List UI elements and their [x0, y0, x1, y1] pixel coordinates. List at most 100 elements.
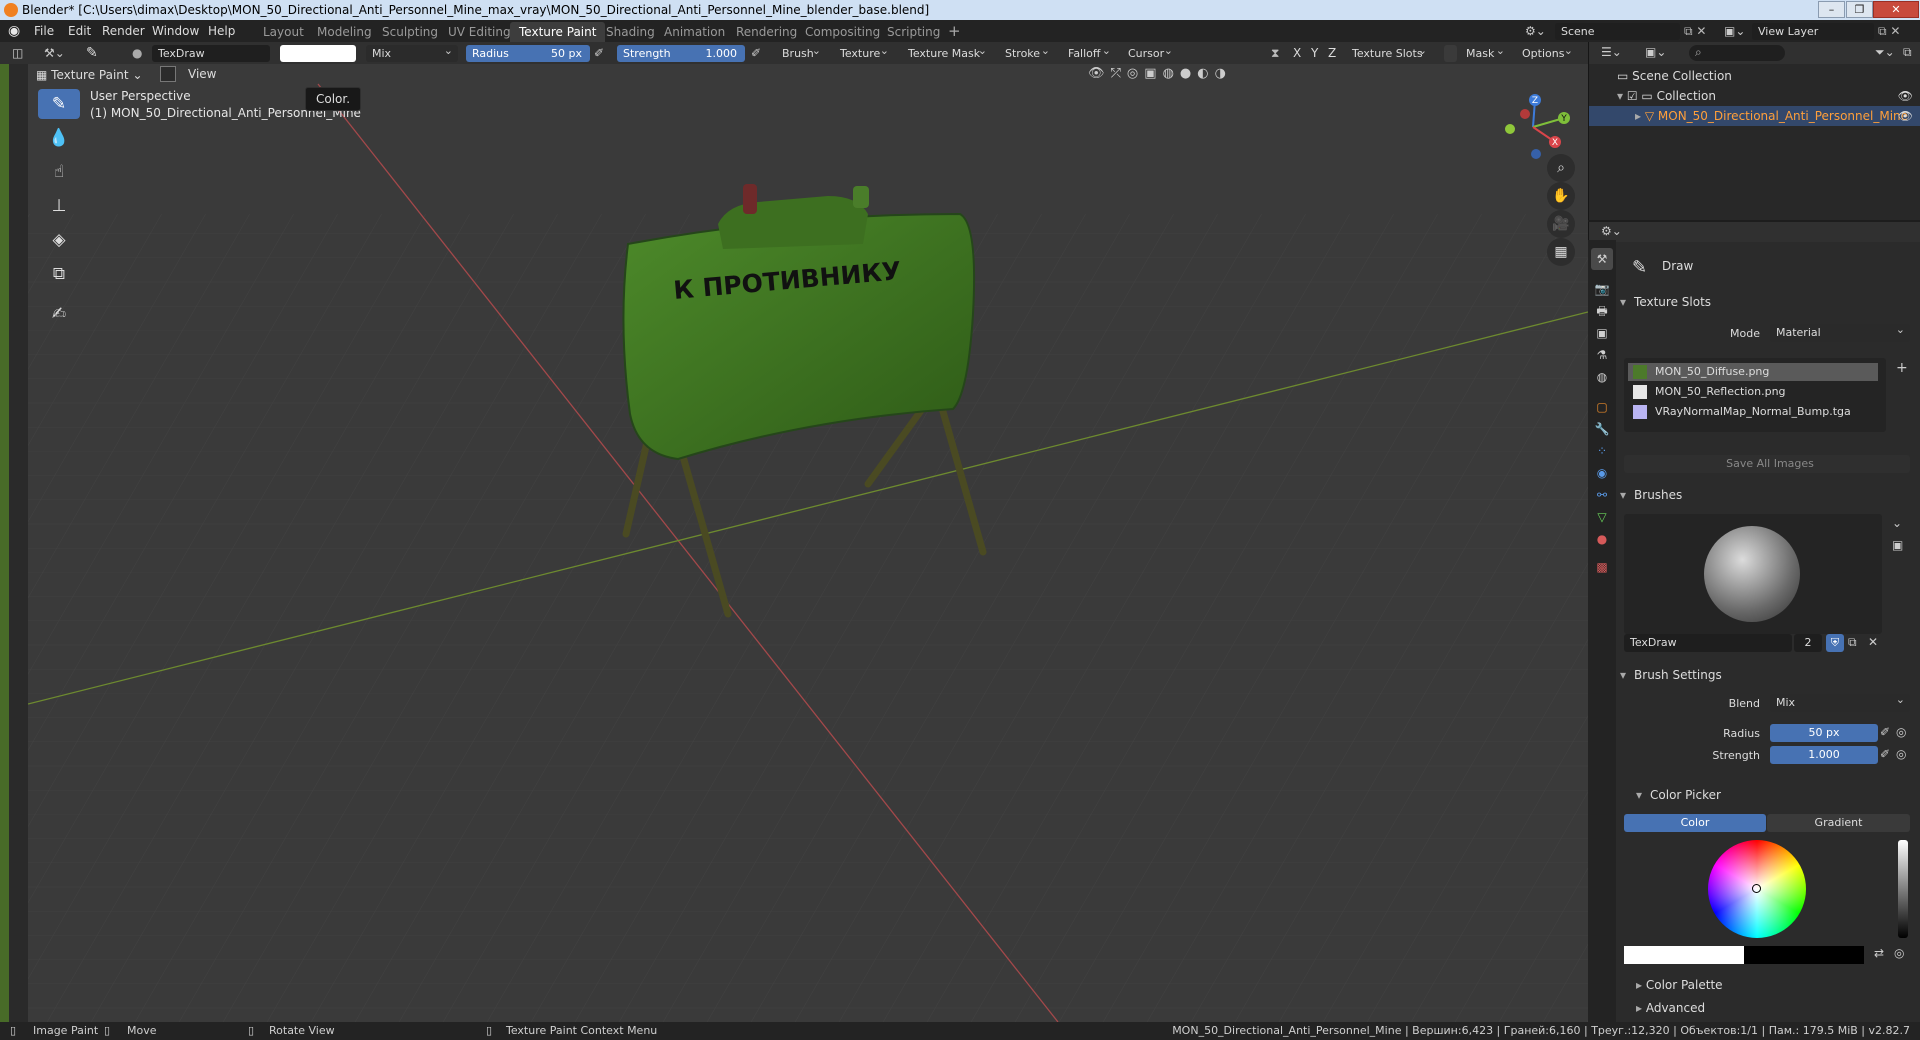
tool-settings-icon[interactable]: ⚒⌄: [44, 42, 65, 64]
scene-tab-icon[interactable]: ⚗: [1591, 344, 1613, 366]
tab-animation[interactable]: Animation: [655, 22, 734, 42]
editor-type-icon[interactable]: ◫: [12, 42, 23, 64]
soften-tool-icon[interactable]: 💧: [38, 123, 80, 153]
menu-file[interactable]: File: [34, 20, 54, 42]
eye-icon[interactable]: 👁: [1898, 106, 1913, 126]
menu-edit[interactable]: Edit: [68, 20, 91, 42]
smear-tool-icon[interactable]: ☝: [38, 157, 80, 187]
mask-dropdown[interactable]: Mask: [1460, 42, 1510, 62]
mask-checkbox[interactable]: [1444, 45, 1457, 62]
mirror-z-toggle[interactable]: Z: [1328, 42, 1336, 64]
menu-brush[interactable]: Brush: [776, 42, 826, 62]
maximize-button[interactable]: ❐: [1846, 1, 1873, 18]
fill-tool-icon[interactable]: ◈: [38, 225, 80, 255]
mirror-x-toggle[interactable]: X: [1293, 42, 1301, 64]
brush-image-icon[interactable]: ▣: [1892, 538, 1903, 552]
radius-pressure-icon[interactable]: ✐: [1880, 725, 1890, 739]
brush-preview-area[interactable]: [1624, 514, 1882, 634]
blender-menu-icon[interactable]: ◉: [8, 20, 20, 42]
menu-cursor[interactable]: Cursor: [1122, 42, 1178, 62]
minimize-button[interactable]: –: [1818, 1, 1845, 18]
brush-users-count[interactable]: 2: [1794, 634, 1822, 652]
value-slider[interactable]: [1898, 840, 1908, 938]
strength-pressure-icon[interactable]: ✐: [1880, 747, 1890, 761]
texture-slot-reflection[interactable]: MON_50_Reflection.png: [1628, 383, 1878, 401]
brush-list-expand-icon[interactable]: ⌄: [1892, 516, 1902, 530]
secondary-color-swatch[interactable]: [1744, 946, 1864, 964]
world-tab-icon[interactable]: ◍: [1591, 366, 1613, 388]
output-tab-icon[interactable]: 🖶: [1591, 300, 1613, 322]
menu-help[interactable]: Help: [208, 20, 235, 42]
view-layer-field[interactable]: View Layer: [1752, 23, 1874, 40]
collapse-arrow-icon[interactable]: ▾: [1617, 89, 1627, 103]
color-tab[interactable]: Color: [1624, 814, 1766, 832]
texture-slot-diffuse[interactable]: MON_50_Diffuse.png: [1628, 363, 1878, 381]
primary-color-swatch[interactable]: [1624, 946, 1744, 964]
fake-user-icon[interactable]: ●: [132, 42, 142, 64]
tab-texture-paint[interactable]: Texture Paint: [510, 22, 606, 42]
strength-slider[interactable]: Strength 1.000: [617, 45, 745, 62]
outliner-row-mine-object[interactable]: ▸ ▽ MON_50_Directional_Anti_Personnel_Mi…: [1589, 106, 1920, 126]
clone-tool-icon[interactable]: ⊥: [38, 191, 80, 221]
swap-colors-icon[interactable]: ⇄: [1874, 946, 1884, 960]
material-tab-icon[interactable]: ●: [1591, 528, 1613, 550]
color-palette-section[interactable]: ▸ Color Palette: [1636, 978, 1723, 992]
blend-mode-dropdown[interactable]: Mix: [366, 42, 458, 62]
expand-arrow-icon[interactable]: ▸: [1635, 109, 1645, 123]
menu-falloff[interactable]: Falloff: [1062, 42, 1116, 62]
add-workspace-icon[interactable]: +: [948, 20, 961, 42]
outliner-row-collection[interactable]: ▾ ☑ ▭ Collection 👁: [1589, 86, 1920, 106]
outliner-search-input[interactable]: ⌕: [1689, 45, 1785, 61]
brushes-section[interactable]: Brushes: [1620, 484, 1910, 506]
tool-tab-icon[interactable]: ⚒: [1591, 248, 1613, 270]
camera-view-icon[interactable]: 🎥: [1547, 210, 1575, 238]
viewport-shading-toolbar[interactable]: 👁⤱◎▣◍●◐◑: [1088, 66, 1232, 81]
new-collection-icon[interactable]: ⧉: [1903, 45, 1912, 60]
display-mode-icon[interactable]: ▣⌄: [1645, 45, 1666, 59]
strength-slider[interactable]: 1.000: [1770, 746, 1878, 764]
save-all-images-button[interactable]: Save All Images: [1624, 455, 1910, 473]
constraints-tab-icon[interactable]: ⚯: [1591, 484, 1613, 506]
texture-slot-normal[interactable]: VRayNormalMap_Normal_Bump.tga: [1628, 403, 1878, 421]
texture-tab-icon[interactable]: ▩: [1591, 556, 1613, 578]
strength-unit-icon[interactable]: ◎: [1896, 747, 1906, 761]
color-wheel-cursor[interactable]: [1752, 884, 1761, 893]
texture-slots-dropdown[interactable]: Texture Slots: [1346, 42, 1432, 62]
gizmo-toggle-icon[interactable]: ⤱: [1111, 66, 1127, 81]
3d-viewport[interactable]: К ПРОТИВНИКУ User Perspective (1) MON_50…: [28, 64, 1588, 1022]
wireframe-shading-icon[interactable]: ◍: [1163, 66, 1180, 81]
color-wheel[interactable]: [1708, 840, 1806, 938]
radius-slider[interactable]: 50 px: [1770, 724, 1878, 742]
paint-mask-toggle[interactable]: [160, 66, 176, 82]
duplicate-brush-icon[interactable]: ⧉: [1848, 635, 1857, 650]
brush-color-swatch[interactable]: [280, 45, 356, 62]
tab-layout[interactable]: Layout: [254, 22, 313, 42]
rendered-shading-icon[interactable]: ◑: [1215, 66, 1232, 81]
filter-icon[interactable]: ⏷⌄: [1875, 45, 1895, 60]
mode-dropdown[interactable]: Material: [1770, 321, 1910, 342]
pan-hand-icon[interactable]: ✋: [1547, 182, 1575, 210]
object-tab-icon[interactable]: ▢: [1591, 396, 1613, 418]
tab-sculpting[interactable]: Sculpting: [373, 22, 447, 42]
gradient-tab[interactable]: Gradient: [1767, 814, 1910, 832]
include-checkbox-icon[interactable]: ☑: [1627, 89, 1642, 103]
mask-tool-icon[interactable]: ⧉: [38, 259, 80, 289]
view-layer-icon[interactable]: ▣⌄: [1724, 20, 1745, 42]
zoom-icon[interactable]: ⌕: [1547, 154, 1575, 182]
tab-compositing[interactable]: Compositing: [796, 22, 889, 42]
texture-slots-section[interactable]: Texture Slots: [1620, 291, 1910, 313]
annotate-tool-icon[interactable]: ✍: [38, 299, 80, 329]
brush-name-field[interactable]: TexDraw: [152, 45, 270, 62]
visibility-icon[interactable]: 👁: [1088, 66, 1111, 81]
brush-settings-section[interactable]: Brush Settings: [1620, 664, 1910, 686]
draw-tool-icon[interactable]: ✎: [38, 89, 80, 119]
advanced-section[interactable]: ▸ Advanced: [1636, 1001, 1705, 1015]
properties-editor-icon[interactable]: ⚙⌄: [1601, 224, 1622, 238]
mirror-y-toggle[interactable]: Y: [1311, 42, 1318, 64]
radius-unit-icon[interactable]: ◎: [1896, 725, 1906, 739]
brush-name-field[interactable]: TexDraw: [1624, 634, 1792, 652]
fake-user-shield-icon[interactable]: ⛨: [1826, 634, 1844, 652]
tab-modeling[interactable]: Modeling: [308, 22, 381, 42]
ortho-grid-icon[interactable]: ▦: [1547, 238, 1575, 266]
color-picker-section[interactable]: Color Picker: [1636, 784, 1920, 806]
